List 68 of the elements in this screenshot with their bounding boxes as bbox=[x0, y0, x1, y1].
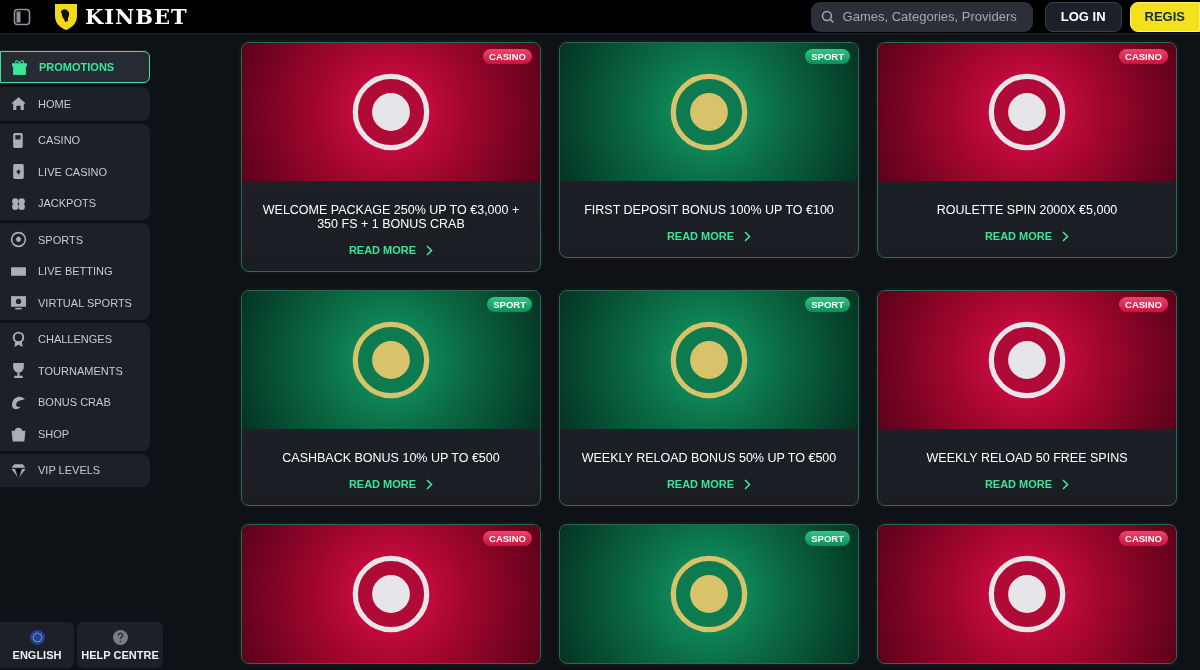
chevron-right-icon bbox=[743, 479, 752, 490]
search-icon bbox=[820, 9, 835, 24]
chevron-right-icon bbox=[425, 479, 434, 490]
read-more-link[interactable]: READ MORE bbox=[348, 244, 434, 257]
menu-icon bbox=[10, 362, 27, 380]
chevron-right-icon bbox=[1061, 231, 1070, 242]
promo-card[interactable]: CASINO ROULETTE SPIN 2000X €5,000 READ MORE bbox=[877, 42, 1177, 258]
promo-card[interactable]: CASINO WEEKLY RELOAD 50 FREE SPINS READ MORE bbox=[877, 290, 1177, 506]
category-tag: SPORT bbox=[805, 531, 850, 546]
menu-icon bbox=[10, 163, 27, 181]
brand-logo-text: KINBET bbox=[85, 4, 188, 29]
sidebar-item[interactable]: SPORTS bbox=[0, 224, 150, 256]
sidebar-item[interactable]: LIVE BETTING bbox=[0, 255, 150, 287]
menu-icon bbox=[10, 95, 27, 113]
category-tag: SPORT bbox=[805, 49, 850, 64]
chevron-right-icon bbox=[1061, 479, 1070, 490]
promo-card[interactable]: SPORT CASHBACK BONUS 10% UP TO €500 READ MORE bbox=[241, 290, 541, 506]
sidebar-item[interactable]: SHOP bbox=[0, 418, 150, 450]
promo-title: WEEKLY RELOAD BONUS 50% UP TO €500 bbox=[581, 451, 837, 465]
promo-title: WEEKLY RELOAD 50 FREE SPINS bbox=[926, 451, 1128, 465]
sidebar-item[interactable]: VIRTUAL SPORTS bbox=[0, 287, 150, 319]
chevron-right-icon bbox=[425, 245, 434, 256]
sidebar-item[interactable]: BONUS CRAB bbox=[0, 386, 150, 418]
menu-icon bbox=[10, 330, 27, 348]
chevron-right-icon bbox=[743, 231, 752, 242]
read-more-link[interactable]: READ MORE bbox=[984, 478, 1070, 491]
category-tag: SPORT bbox=[487, 297, 532, 312]
category-tag: SPORT bbox=[805, 297, 850, 312]
sidebar-item[interactable]: CASINO bbox=[0, 124, 150, 156]
category-tag: CASINO bbox=[483, 531, 532, 546]
language-button[interactable]: ENGLISH bbox=[0, 622, 74, 668]
promo-card[interactable]: CASINO WELCOME PACKAGE 250% UP TO €3,000 + 350 FS + 1 BONUS CRAB READ MORE bbox=[241, 42, 541, 272]
promo-card[interactable]: CASINO bbox=[241, 524, 541, 664]
sidebar-toggle-icon[interactable] bbox=[13, 7, 31, 26]
sidebar-item[interactable]: VIP LEVELS bbox=[0, 454, 150, 486]
promo-title: CASHBACK BONUS 10% UP TO €500 bbox=[282, 451, 500, 465]
read-more-link[interactable]: READ MORE bbox=[984, 230, 1070, 243]
read-more-link[interactable]: READ MORE bbox=[666, 230, 752, 243]
search-field[interactable]: Games, Categories, Providers bbox=[810, 1, 1033, 32]
sidebar-item[interactable]: TOURNAMENTS bbox=[0, 355, 150, 387]
sidebar-item[interactable]: PROMOTIONS bbox=[0, 51, 150, 83]
eu-flag-icon bbox=[29, 629, 45, 645]
category-tag: CASINO bbox=[483, 49, 532, 64]
category-tag: CASINO bbox=[1119, 49, 1168, 64]
read-more-link[interactable]: READ MORE bbox=[666, 478, 752, 491]
promo-card[interactable]: CASINO bbox=[877, 524, 1177, 664]
promo-title: WELCOME PACKAGE 250% UP TO €3,000 + 350 FS + 1 BONUS CRAB bbox=[261, 203, 521, 231]
menu-icon bbox=[10, 461, 27, 479]
read-more-link[interactable]: READ MORE bbox=[348, 478, 434, 491]
help-centre-button[interactable]: HELP CENTRE bbox=[77, 622, 163, 668]
search-input[interactable]: Games, Categories, Providers bbox=[840, 8, 1023, 25]
category-tag: CASINO bbox=[1119, 297, 1168, 312]
login-button[interactable]: LOG IN bbox=[1044, 1, 1122, 32]
sidebar-item[interactable]: HOME bbox=[0, 88, 150, 120]
category-tag: CASINO bbox=[1119, 531, 1168, 546]
promo-card[interactable]: SPORT FIRST DEPOSIT BONUS 100% UP TO €100 READ MORE bbox=[559, 42, 859, 258]
sidebar-item[interactable]: JACKPOTS bbox=[0, 187, 150, 219]
menu-icon bbox=[10, 425, 27, 443]
register-button[interactable]: REGIS bbox=[1129, 1, 1200, 32]
promo-title: FIRST DEPOSIT BONUS 100% UP TO €100 bbox=[584, 203, 834, 217]
promo-card[interactable]: SPORT WEEKLY RELOAD BONUS 50% UP TO €500 READ MORE bbox=[559, 290, 859, 506]
question-mark-icon bbox=[112, 629, 128, 645]
menu-icon bbox=[10, 294, 27, 312]
sidebar-item[interactable]: CHALLENGES bbox=[0, 323, 150, 355]
sidebar-item[interactable]: LIVE CASINO bbox=[0, 156, 150, 188]
menu-icon bbox=[11, 58, 28, 76]
promo-title: ROULETTE SPIN 2000X €5,000 bbox=[936, 203, 1118, 217]
menu-icon bbox=[10, 231, 27, 249]
